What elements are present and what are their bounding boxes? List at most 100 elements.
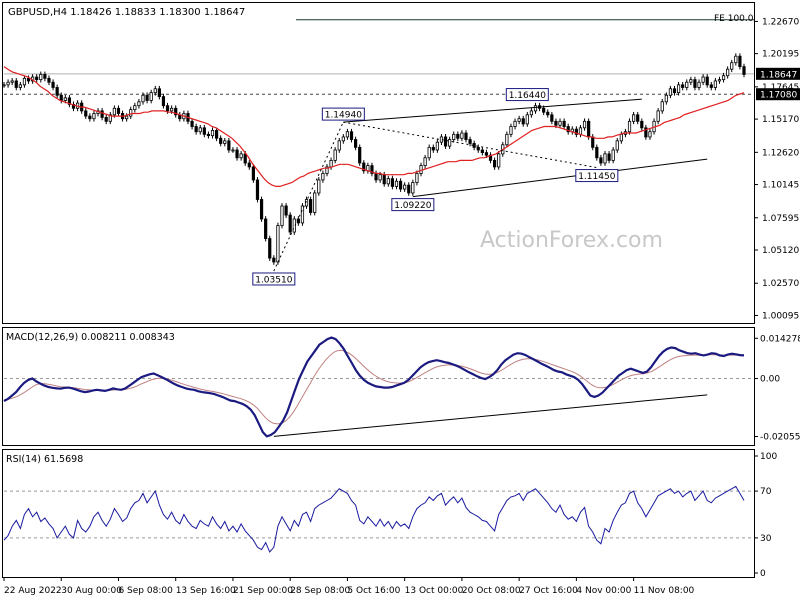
candle-body [738,55,742,68]
candle-body [542,107,546,113]
rsi-tick-label: 70 [760,487,772,497]
candle-body [2,84,6,87]
candle-body [742,66,746,75]
candle-body [636,114,640,122]
candle-body [460,132,464,139]
candle-body [104,117,108,122]
candle-body [480,149,484,153]
candle-body [709,84,713,88]
candle-body [697,81,701,88]
x-tick-label: 13 Oct 00:00 [405,586,464,596]
candle-body [264,218,268,239]
candle-body [705,76,709,86]
candle-body [591,136,595,148]
candle-body [685,81,689,88]
candle-body [394,180,399,187]
candle-body [59,94,63,101]
candle-body [513,120,517,127]
candle-body [419,165,423,174]
candle-body [157,88,161,97]
candle-body [713,80,717,88]
candle-body [689,79,693,83]
candle-body [243,153,247,164]
price-annotation-label: 1.11450 [578,172,615,182]
candle-body [415,173,419,183]
candle-body [141,94,145,103]
price-tick-label: 1.15170 [762,115,799,125]
candle-body [321,173,325,181]
candle-body [145,94,149,101]
candle-body [468,139,472,144]
candle-body [619,133,623,142]
candle-body [22,77,27,86]
price-tick-label: 1.05120 [762,246,799,256]
x-tick-label: 4 Nov 00:00 [576,586,631,596]
chart-header: GBPUSD,H4 1.18426 1.18833 1.18300 1.1864… [8,7,245,18]
rsi-panel [2,449,755,578]
price-tick-label: 1.12620 [762,148,799,158]
candle-body [345,131,350,138]
candle-body [676,84,681,94]
candle-body [554,120,558,126]
candle-body [231,149,235,152]
candle-body [276,225,280,263]
candle-body [533,105,538,112]
candle-body [235,149,239,159]
candle-body [660,101,664,112]
candle-body [615,140,619,151]
support-price-tag-label: 1.17080 [760,91,797,101]
candle-body [259,199,264,220]
candle-body [190,120,194,127]
candle-body [517,118,521,122]
candle-body [333,149,337,161]
candle-body [43,74,47,79]
candle-body [84,110,88,117]
candle-body [521,118,525,125]
candle-body [648,131,652,138]
candle-body [603,153,607,164]
price-tick-label: 1.02570 [762,279,799,289]
candle-body [411,182,415,194]
price-annotation-label: 1.03510 [255,275,292,285]
candle-body [456,133,460,139]
candle-body [443,136,448,147]
candle-body [374,173,378,181]
candle-body [133,105,137,110]
x-tick-label: 13 Sep 16:00 [176,586,236,596]
candle-body [137,101,141,107]
candle-body [354,139,358,148]
candle-body [153,88,157,94]
x-tick-label: 11 Nov 08:00 [634,586,695,596]
candle-body [582,120,587,129]
candle-body [6,81,10,86]
candle-body [116,107,121,114]
candle-body [206,133,211,137]
candle-body [194,126,198,133]
candle-body [386,178,390,185]
candle-body [272,257,276,263]
candle-body [562,120,566,127]
chart-root: 1.03510 1.14940 1.09220 1.16440 1.11450 1.22… [0,0,800,600]
candle-body [509,126,513,135]
candle-body [284,205,288,216]
candle-body [390,178,394,187]
rsi-tick-label: 100 [760,452,777,462]
candle-body [239,153,243,159]
candle-body [693,79,697,88]
candle-body [681,84,685,88]
candle-body [595,146,599,159]
candle-body [112,107,116,116]
candle-body [268,238,272,259]
candle-body [14,80,18,88]
candle-body [55,87,59,96]
candle-body [88,115,92,120]
candle-body [611,149,615,161]
forex-chart: 1.03510 1.14940 1.09220 1.16440 1.11450 1.22… [0,0,800,600]
candle-body [47,77,51,83]
candle-body [452,133,456,140]
candle-body [125,115,129,120]
macd-tick-label: 0.014278 [760,334,800,344]
price-tick-label: 1.20195 [762,50,799,60]
x-tick-label: 22 Aug 2022 [4,586,62,596]
candle-body [550,114,554,122]
